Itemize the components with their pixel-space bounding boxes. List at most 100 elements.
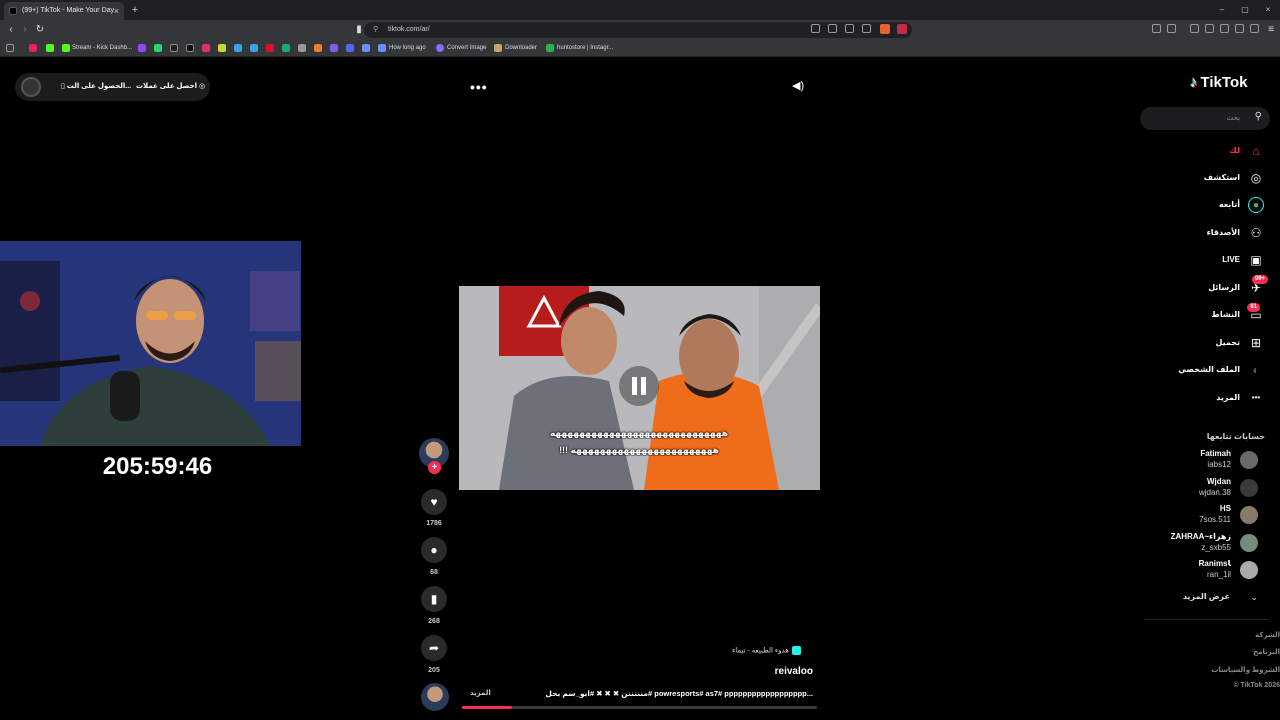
sidebar-item-explore[interactable]: استكشف ◎ xyxy=(1140,167,1270,189)
search-icon[interactable]: ⚲ xyxy=(1255,111,1262,122)
reload-icon[interactable]: ↻ xyxy=(33,23,47,37)
webcam-overlay xyxy=(0,241,301,446)
sidebar-item-friends[interactable]: الأصدقاء ⚇ xyxy=(1140,222,1270,244)
get-app-link[interactable]: ▯ الحصول على الت... xyxy=(61,73,131,101)
site-info-icon[interactable]: ⚲ xyxy=(373,22,378,38)
sidebar-item-more[interactable]: المزيد ••• xyxy=(1140,387,1270,409)
whatsapp-icon[interactable] xyxy=(154,44,162,52)
sidebar-item-for-you[interactable]: لك ⌂ xyxy=(1140,140,1270,162)
following-account[interactable]: Wjdan wjdan.38 xyxy=(1140,476,1270,502)
zoom-icon[interactable] xyxy=(845,24,854,33)
sidebar-item-following[interactable]: أتابعه ● xyxy=(1140,194,1270,216)
discord-icon[interactable] xyxy=(346,44,354,52)
sidebar-item-upload[interactable]: تحميل ⊞ xyxy=(1140,332,1270,354)
search-input[interactable]: بحث ⚲ xyxy=(1140,107,1270,130)
minimize-button[interactable]: – xyxy=(1212,3,1232,17)
share-icon[interactable] xyxy=(862,24,871,33)
see-more-button[interactable]: عرض المزيد ⌄ xyxy=(1140,587,1270,607)
volume-icon[interactable]: ◀) xyxy=(792,79,804,92)
huntostore-icon[interactable] xyxy=(546,44,554,52)
search-placeholder: بحث xyxy=(1226,115,1240,122)
menu-icon[interactable]: ≡ xyxy=(1264,23,1278,37)
follow-plus-icon[interactable]: + xyxy=(428,461,441,474)
get-app-pill[interactable]: ▯ الحصول على الت... احصل على عملات ◎ xyxy=(15,73,210,101)
apps-grid-icon[interactable] xyxy=(6,44,14,52)
bookmark-convert-image[interactable]: Convert Image xyxy=(447,43,486,54)
video-progress-bar[interactable] xyxy=(462,706,817,709)
bookmark-how-long-ago[interactable]: How long ago xyxy=(389,43,426,54)
sidebar-item-profile[interactable]: الملف الشخصي ◐ xyxy=(1140,359,1270,381)
cast-icon[interactable] xyxy=(828,24,837,33)
bookmark-icon[interactable] xyxy=(298,44,306,52)
bookmark-icon[interactable] xyxy=(250,44,258,52)
how-long-ago-icon[interactable] xyxy=(378,44,386,52)
tiktok-icon[interactable] xyxy=(186,44,194,52)
bookmark-downloader[interactable]: Downloader xyxy=(505,43,537,54)
tiktok-logo[interactable]: ♪ TikTok xyxy=(1190,74,1247,91)
share-arrow-icon: ➦ xyxy=(428,641,440,655)
following-account[interactable]: RanimsꙆ ran_1il xyxy=(1140,558,1270,584)
footer-link-company[interactable]: الشركة xyxy=(1255,631,1280,639)
following-account[interactable]: Fatimah iabs12 xyxy=(1140,448,1270,474)
bookmark-icon[interactable] xyxy=(362,44,370,52)
footer-link-terms[interactable]: الشروط والسياسات xyxy=(1211,666,1280,674)
kick-icon[interactable] xyxy=(46,44,54,52)
x-icon[interactable] xyxy=(170,44,178,52)
save-button[interactable]: ▮ xyxy=(421,586,447,612)
following-account[interactable]: HS 7sos.511 xyxy=(1140,503,1270,529)
convert-image-icon[interactable] xyxy=(436,44,444,52)
bookmark-huntostore[interactable]: huntostore | Instagr... xyxy=(557,43,613,54)
bookmark-icon[interactable] xyxy=(282,44,290,52)
youtube-icon[interactable] xyxy=(266,44,274,52)
footer-copyright: © TikTok 2026 xyxy=(1233,682,1280,689)
sidebar-item-live[interactable]: LIVE ▣ xyxy=(1140,249,1270,271)
video-player[interactable]: هههههههههههههههههههههههههههههه !!! ههههه… xyxy=(459,286,820,490)
sidebar-icon[interactable] xyxy=(1205,24,1214,33)
tab-close-icon[interactable]: × xyxy=(114,2,119,20)
maximize-button[interactable]: ▢ xyxy=(1235,3,1255,17)
extension-icon[interactable] xyxy=(1167,24,1176,33)
leo-ai-icon[interactable] xyxy=(1235,24,1244,33)
bookmark-icon[interactable] xyxy=(29,44,37,52)
avatar xyxy=(1240,451,1258,469)
brave-shield-icon[interactable] xyxy=(880,24,890,34)
comment-button[interactable]: ● xyxy=(421,537,447,563)
sound-creator-avatar[interactable] xyxy=(421,683,449,711)
close-window-button[interactable]: × xyxy=(1258,3,1278,17)
user-avatar[interactable] xyxy=(21,77,41,97)
downloader-icon[interactable] xyxy=(494,44,502,52)
following-account[interactable]: ZAHRAA~زهراء z_sxb55 xyxy=(1140,531,1270,557)
bookmark-icon[interactable] xyxy=(314,44,322,52)
footer-link-program[interactable]: البرنامج xyxy=(1253,648,1280,656)
description-more-button[interactable]: المزيد xyxy=(470,689,491,697)
bookmark-icon[interactable] xyxy=(330,44,338,52)
bookmark-kick-dashboard[interactable]: Stream - Kick Dashb... xyxy=(72,43,132,54)
sidebar-item-activity[interactable]: النشاط ▭ 81 xyxy=(1140,303,1270,326)
rewards-icon[interactable] xyxy=(897,24,907,34)
browser-toolbar: ‹ › ↻ ▮ ⚲ tiktok.com/ar/ ≡ xyxy=(0,20,1280,40)
bookmark-icon[interactable] xyxy=(218,44,226,52)
like-button[interactable]: ♥ xyxy=(421,489,447,515)
forward-arrow-icon[interactable]: › xyxy=(18,23,32,37)
new-tab-button[interactable]: + xyxy=(128,2,142,18)
pause-icon[interactable] xyxy=(619,366,659,406)
kick-icon[interactable] xyxy=(62,44,70,52)
get-coins-link[interactable]: احصل على عملات ◎ xyxy=(136,73,205,101)
browser-tab[interactable]: (99+) TikTok - Make Your Day × xyxy=(4,2,124,20)
translate-icon[interactable] xyxy=(811,24,820,33)
media-icon[interactable] xyxy=(1190,24,1199,33)
upload-icon: ⊞ xyxy=(1250,336,1262,350)
bookmark-icon[interactable] xyxy=(234,44,242,52)
wallet-icon[interactable] xyxy=(1250,24,1259,33)
more-options-button[interactable]: ••• xyxy=(470,79,488,95)
share-button[interactable]: ➦ xyxy=(421,635,447,661)
tab-search-icon[interactable] xyxy=(1220,24,1229,33)
back-arrow-icon[interactable]: ‹ xyxy=(4,23,18,37)
instagram-icon[interactable] xyxy=(202,44,210,52)
author-username[interactable]: reivaloo xyxy=(760,666,813,677)
sound-link[interactable]: هدوء الطبيعه - تيماء xyxy=(732,646,801,655)
twitch-icon[interactable] xyxy=(138,44,146,52)
sidebar-item-messages[interactable]: الرسائل ✈ 99+ xyxy=(1140,275,1270,299)
tab-title: (99+) TikTok - Make Your Day xyxy=(22,7,115,14)
extension-icon[interactable] xyxy=(1152,24,1161,33)
